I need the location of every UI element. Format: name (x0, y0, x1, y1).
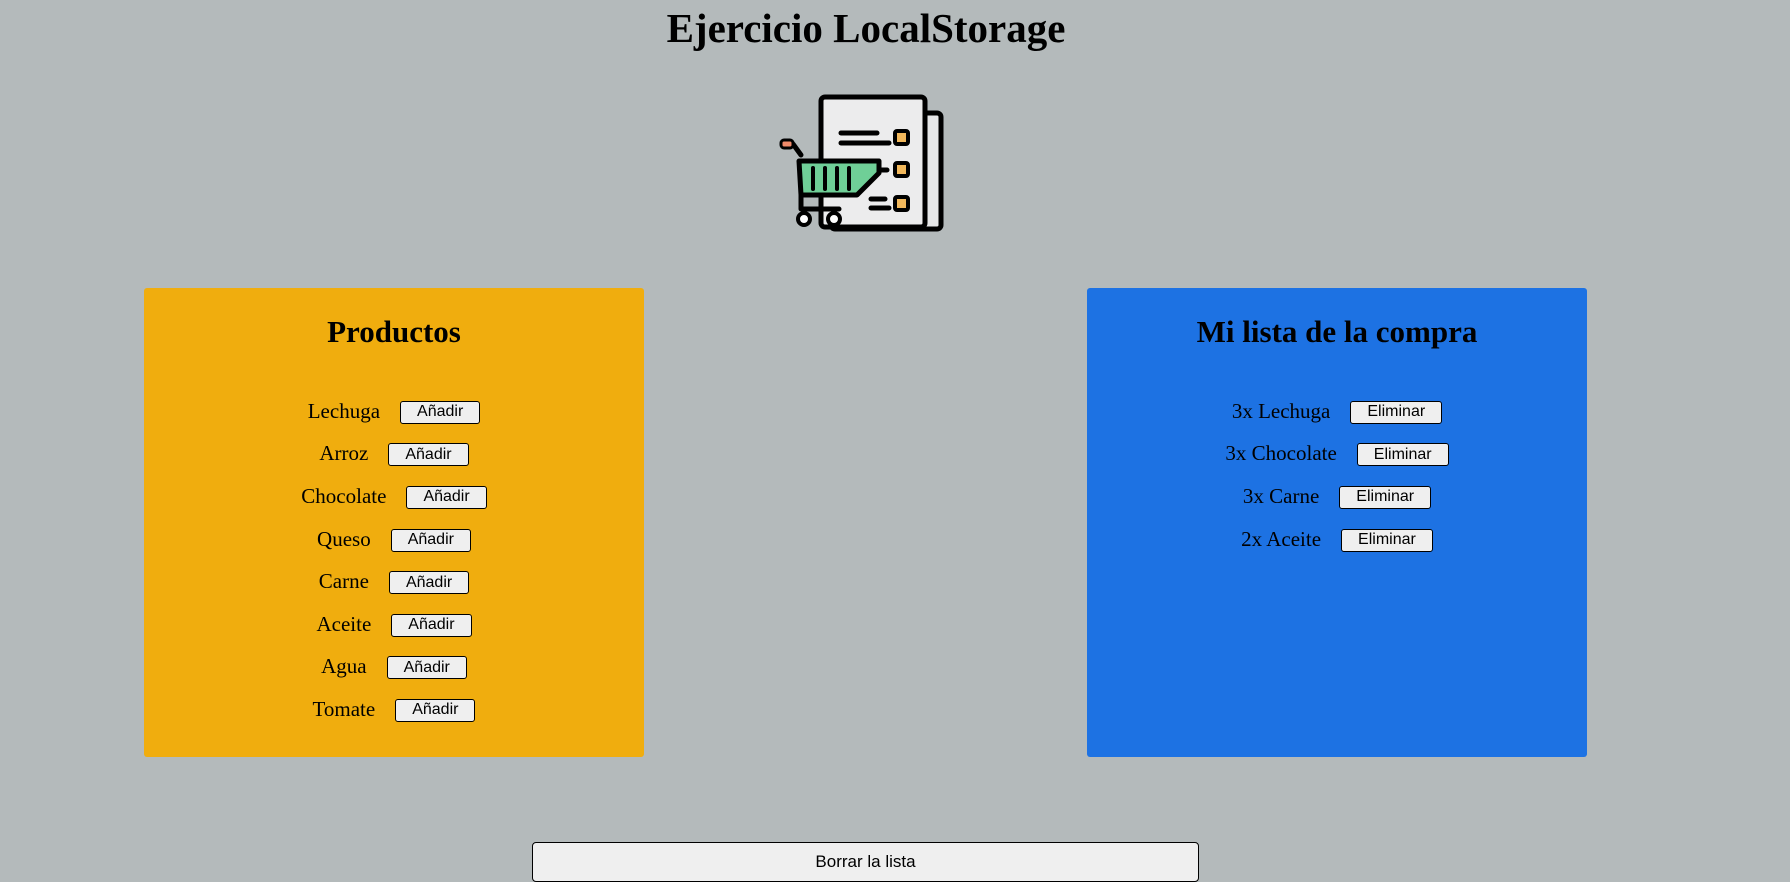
add-chocolate-button[interactable]: Añadir (406, 485, 487, 509)
add-lechuga-button[interactable]: Añadir (400, 400, 481, 424)
cart-item-label: 3x Carne (1242, 483, 1320, 508)
product-name: Arroz (319, 441, 369, 466)
product-item-arroz: Arroz Añadir (144, 434, 644, 477)
product-name: Lechuga (307, 398, 381, 423)
product-item-agua: Agua Añadir (144, 647, 644, 690)
product-item-aceite: Aceite Añadir (144, 604, 644, 647)
shopping-list-title: Mi lista de la compra (1196, 314, 1478, 349)
remove-lechuga-button[interactable]: Eliminar (1350, 400, 1443, 424)
shopping-list-panel: Mi lista de la compra 3x Lechuga Elimina… (1087, 288, 1587, 757)
product-item-chocolate: Chocolate Añadir (144, 476, 644, 519)
products-title: Productos (327, 314, 461, 349)
product-item-lechuga: Lechuga Añadir (144, 391, 644, 434)
cart-item-chocolate: 3x Chocolate Eliminar (1087, 434, 1587, 477)
cart-item-label: 3x Chocolate (1225, 441, 1337, 466)
shopping-list-logo (779, 93, 951, 233)
cart-item-label: 2x Aceite (1241, 526, 1322, 551)
product-item-carne: Carne Añadir (144, 561, 644, 604)
product-name: Queso (317, 526, 371, 551)
add-aceite-button[interactable]: Añadir (391, 613, 472, 637)
products-list: Lechuga Añadir Arroz Añadir Chocolate Añ… (144, 391, 644, 732)
remove-carne-button[interactable]: Eliminar (1339, 485, 1432, 509)
product-name: Aceite (316, 611, 372, 636)
cart-item-label: 3x Lechuga (1231, 398, 1331, 423)
product-name: Chocolate (301, 483, 387, 508)
product-name: Tomate (312, 696, 376, 721)
page-title: Ejercicio LocalStorage (666, 5, 1066, 51)
remove-aceite-button[interactable]: Eliminar (1341, 528, 1433, 552)
shopping-list: 3x Lechuga Eliminar 3x Chocolate Elimina… (1087, 391, 1587, 561)
cart-item-aceite: 2x Aceite Eliminar (1087, 519, 1587, 562)
product-item-queso: Queso Añadir (144, 519, 644, 562)
cart-item-carne: 3x Carne Eliminar (1087, 476, 1587, 519)
product-name: Carne (318, 569, 369, 594)
add-arroz-button[interactable]: Añadir (388, 443, 469, 467)
add-carne-button[interactable]: Añadir (388, 571, 470, 595)
product-item-tomate: Tomate Añadir (144, 689, 644, 732)
add-agua-button[interactable]: Añadir (386, 656, 467, 680)
shopping-list-cart-icon (779, 94, 944, 232)
products-panel: Productos Lechuga Añadir Arroz Añadir Ch… (144, 288, 644, 757)
add-tomate-button[interactable]: Añadir (395, 698, 476, 722)
clear-list-button[interactable]: Borrar la lista (532, 842, 1199, 882)
remove-chocolate-button[interactable]: Eliminar (1356, 443, 1449, 467)
cart-item-lechuga: 3x Lechuga Eliminar (1087, 391, 1587, 434)
add-queso-button[interactable]: Añadir (390, 528, 471, 552)
product-name: Agua (321, 654, 367, 679)
